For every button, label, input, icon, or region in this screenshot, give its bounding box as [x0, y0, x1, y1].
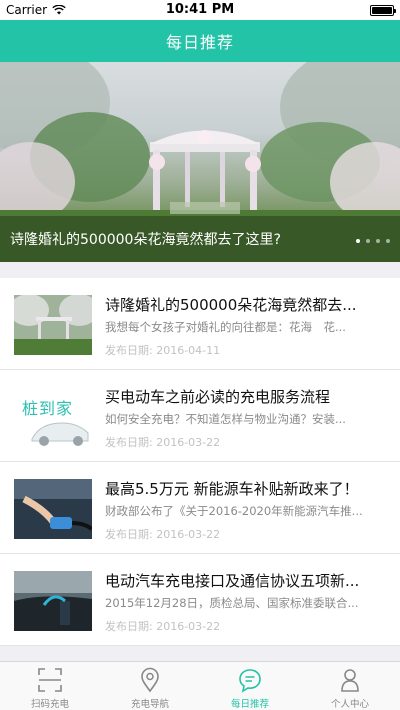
tab-daily-recommend[interactable]: 每日推荐 [200, 662, 300, 710]
tab-label: 扫码充电 [30, 699, 69, 710]
wedding-flowers-thumbnail [14, 295, 92, 355]
news-title: 电动汽车充电接口及通信协议五项新... [105, 572, 360, 590]
battery-icon [370, 5, 396, 16]
news-date: 发布日期: 2016-04-11 [105, 344, 221, 357]
news-title: 诗隆婚礼的500000朵花海竟然都去... [105, 296, 357, 314]
list-item[interactable]: 电动汽车充电接口及通信协议五项新... 2015年12月28日，质检总局、国家标… [0, 554, 400, 646]
map-pin-icon [141, 667, 159, 693]
page-dot[interactable] [366, 239, 370, 243]
tab-scan-charge[interactable]: 扫码充电 [0, 662, 100, 710]
news-title: 最高5.5万元 新能源车补贴新政来了！ [105, 480, 359, 498]
banner-caption: 诗隆婚礼的500000朵花海竟然都去了这里? [10, 232, 281, 248]
tab-label: 充电导航 [130, 699, 169, 710]
news-date: 发布日期: 2016-03-22 [105, 620, 221, 633]
news-summary: 财政部公布了《关于2016-2020年新能源汽车推... [105, 504, 363, 518]
news-summary: 2015年12月28日，质检总局、国家标准委联合... [105, 596, 359, 610]
tab-label: 每日推荐 [230, 699, 269, 710]
status-bar: Carrier 10:41 PM [0, 0, 400, 20]
tab-label: 个人中心 [330, 699, 369, 710]
page-dot[interactable] [356, 239, 360, 243]
zhuangdaojia-logo-thumbnail: 桩到家 [14, 387, 92, 447]
page-dot[interactable] [386, 239, 390, 243]
chat-bubble-icon [239, 669, 261, 693]
news-date: 发布日期: 2016-03-22 [105, 436, 221, 449]
news-summary: 我想每个女孩子对婚礼的向往都是：花海 花... [105, 320, 346, 334]
news-summary: 如何安全充电？不知道怎样与物业沟通？安装... [105, 412, 346, 426]
ev-charging-plug-thumbnail [14, 479, 92, 539]
page-dot[interactable] [376, 239, 380, 243]
list-item[interactable]: 桩到家 买电动车之前必读的充电服务流程 如何安全充电？不知道怎样与物业沟通？安装… [0, 370, 400, 462]
page-control[interactable] [356, 239, 390, 243]
nav-bar: 每日推荐 [0, 20, 400, 62]
featured-banner[interactable]: 诗隆婚礼的500000朵花海竟然都去了这里? [0, 62, 400, 262]
tab-profile[interactable]: 个人中心 [300, 662, 400, 710]
ev-charging-station-thumbnail [14, 571, 92, 631]
news-date: 发布日期: 2016-03-22 [105, 528, 221, 541]
tab-bar: 扫码充电 充电导航 每日推荐 个人中心 [0, 661, 400, 710]
news-title: 买电动车之前必读的充电服务流程 [105, 388, 331, 406]
news-list: 诗隆婚礼的500000朵花海竟然都去... 我想每个女孩子对婚礼的向往都是：花海… [0, 278, 400, 646]
banner-caption-bar: 诗隆婚礼的500000朵花海竟然都去了这里? [0, 216, 400, 262]
page-title: 每日推荐 [165, 33, 234, 52]
list-item[interactable]: 诗隆婚礼的500000朵花海竟然都去... 我想每个女孩子对婚礼的向往都是：花海… [0, 278, 400, 370]
list-item[interactable]: 最高5.5万元 新能源车补贴新政来了！ 财政部公布了《关于2016-2020年新… [0, 462, 400, 554]
status-time: 10:41 PM [165, 2, 235, 17]
tab-charge-navigation[interactable]: 充电导航 [100, 662, 200, 710]
scan-icon [38, 668, 62, 692]
person-icon [341, 669, 359, 692]
